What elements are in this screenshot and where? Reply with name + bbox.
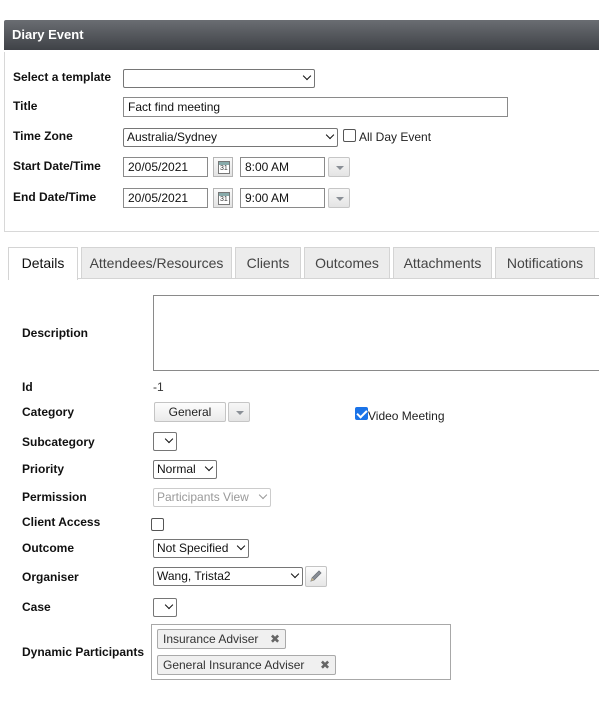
permission-select-value: Participants View [157,490,249,504]
timezone-select[interactable]: Australia/Sydney [123,128,338,147]
chevron-down-icon [164,434,174,444]
client-access-label: Client Access [22,515,101,529]
priority-select-value: Normal [157,462,196,476]
outcome-select[interactable]: Not Specified [153,539,249,558]
calendar-icon: 31 [218,192,230,205]
tab-notifications[interactable]: Notifications [495,247,595,279]
chevron-down-icon [236,541,246,551]
start-date-picker-button[interactable]: 31 [213,157,233,177]
event-header-form: Select a template Title Fact find meetin… [4,52,599,232]
template-select[interactable] [123,69,315,88]
chevron-down-icon [204,462,214,472]
subcategory-select[interactable] [153,432,177,451]
category-button[interactable]: General [154,402,226,422]
chevron-down-icon [325,130,335,140]
end-time-input[interactable]: 9:00 AM [240,188,325,208]
permission-select: Participants View [153,488,271,507]
tab-clients[interactable]: Clients [235,247,301,279]
chevron-down-icon [302,71,312,81]
participant-tag: General Insurance Adviser ✖ [157,655,336,675]
close-icon[interactable]: ✖ [270,630,280,648]
outcome-select-value: Not Specified [157,541,229,555]
client-access-checkbox[interactable] [151,518,164,531]
start-time-input[interactable]: 8:00 AM [240,157,325,177]
tab-attachments[interactable]: Attachments [393,247,492,279]
case-select[interactable] [153,598,177,617]
tab-outcomes[interactable]: Outcomes [304,247,390,279]
category-dropdown-button[interactable] [228,402,250,422]
start-date-input[interactable]: 20/05/2021 [123,157,208,177]
case-label: Case [22,600,51,614]
organiser-label: Organiser [22,570,79,584]
title-label: Title [13,99,38,113]
video-meeting-checkbox[interactable] [355,407,368,420]
calendar-icon: 31 [218,161,230,174]
end-label: End Date/Time [13,190,97,204]
dynamic-participants-field[interactable]: Insurance Adviser ✖ General Insurance Ad… [151,624,451,680]
permission-label: Permission [22,490,87,504]
start-label: Start Date/Time [13,159,101,173]
tab-underline [8,278,599,279]
chevron-down-icon [164,600,174,610]
outcome-label: Outcome [22,541,75,555]
category-label: Category [22,405,75,419]
video-meeting-label: Video Meeting [368,409,445,423]
all-day-label: All Day Event [359,130,432,144]
id-value: -1 [153,380,164,394]
priority-label: Priority [22,462,65,476]
all-day-checkbox[interactable] [343,129,356,142]
edit-organiser-button[interactable] [305,566,327,587]
description-textarea[interactable] [153,295,599,371]
tab-bar: Details Attendees/Resources Clients Outc… [8,247,599,280]
window-title: Diary Event [4,20,599,50]
id-label: Id [22,380,33,394]
end-date-picker-button[interactable]: 31 [213,188,233,208]
end-date-input[interactable]: 20/05/2021 [123,188,208,208]
subcategory-label: Subcategory [22,435,95,449]
chevron-down-icon [258,490,268,500]
organiser-select-value: Wang, Trista2 [157,569,231,583]
description-label: Description [22,326,89,340]
tab-attendees-resources[interactable]: Attendees/Resources [81,247,232,279]
end-time-dropdown-button[interactable] [328,188,350,208]
participant-tag: Insurance Adviser ✖ [157,629,286,649]
organiser-select[interactable]: Wang, Trista2 [153,567,303,586]
tab-details[interactable]: Details [8,247,78,280]
close-icon[interactable]: ✖ [320,656,330,674]
pencil-icon [310,570,322,582]
timezone-select-value: Australia/Sydney [127,130,218,144]
chevron-down-icon [290,569,300,579]
timezone-label: Time Zone [13,129,73,143]
start-time-dropdown-button[interactable] [328,157,350,177]
title-input[interactable]: Fact find meeting [123,97,508,117]
dynamic-participants-label: Dynamic Participants [22,645,145,659]
priority-select[interactable]: Normal [153,460,217,479]
template-label: Select a template [13,70,112,84]
